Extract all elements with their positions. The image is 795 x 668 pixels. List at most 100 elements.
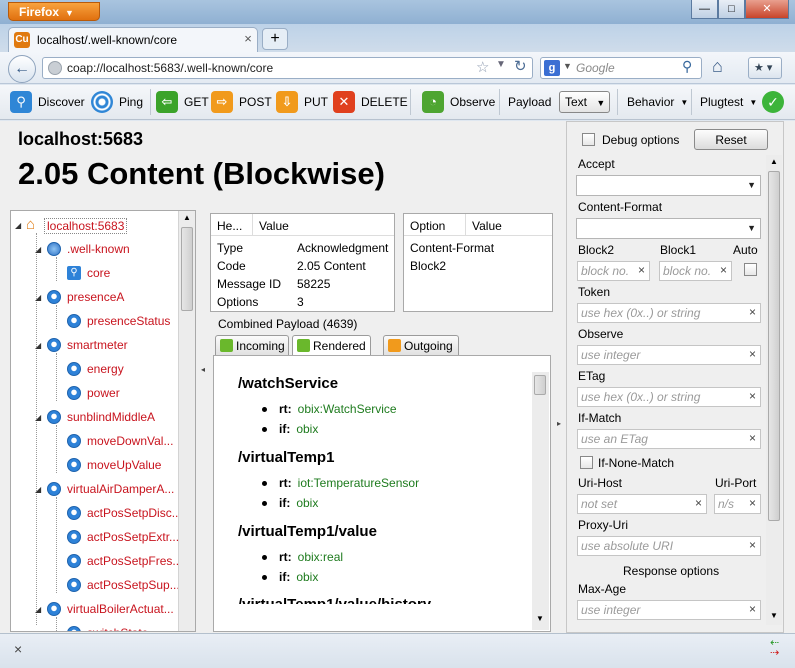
tree-item[interactable]: sunblindMiddleA xyxy=(67,410,155,424)
tree-item[interactable]: actPosSetpFres... xyxy=(87,554,182,568)
clear-icon[interactable]: × xyxy=(749,431,756,445)
put-button[interactable]: ⇩ PUT xyxy=(276,90,328,114)
left-splitter[interactable]: ◂ xyxy=(199,210,208,632)
post-button[interactable]: ⇨ POST xyxy=(211,90,272,114)
scroll-up-icon[interactable]: ▲ xyxy=(770,157,778,166)
payload-scroll-thumb[interactable] xyxy=(534,375,546,395)
delete-button[interactable]: ✕ DELETE xyxy=(333,90,408,114)
column-header[interactable]: Option xyxy=(404,214,466,236)
options-scrollbar[interactable]: ▲ ▼ xyxy=(766,155,782,625)
tree-item[interactable]: moveDownVal... xyxy=(87,434,173,448)
get-button[interactable]: ⇦ GET xyxy=(156,90,209,114)
tree-expander-icon[interactable]: ◢ xyxy=(35,413,41,422)
clear-icon[interactable]: × xyxy=(749,496,756,510)
options-scroll-thumb[interactable] xyxy=(768,171,780,521)
uri-port-input[interactable]: n/s × xyxy=(714,494,761,514)
close-window-button[interactable]: ✕ xyxy=(745,0,789,19)
url-input[interactable]: coap://localhost:5683/.well-known/core xyxy=(42,57,533,79)
clear-icon[interactable]: × xyxy=(695,496,702,510)
payload-scrollbar[interactable]: ▼ xyxy=(532,372,549,630)
max-age-input[interactable]: use integer × xyxy=(577,600,761,620)
clear-icon[interactable]: × xyxy=(638,263,645,277)
reload-icon[interactable]: ↻ xyxy=(514,57,527,75)
tab-outgoing[interactable]: Outgoing xyxy=(383,335,459,355)
tree-scrollbar[interactable]: ▲ xyxy=(178,211,195,631)
tree-expander-icon[interactable]: ◢ xyxy=(35,485,41,494)
tree-item[interactable]: actPosSetpSup... xyxy=(87,578,180,592)
tree-expander-icon[interactable]: ◢ xyxy=(35,605,41,614)
column-header[interactable]: Value xyxy=(253,214,394,236)
home-icon[interactable]: ⌂ xyxy=(712,56,723,77)
reset-button[interactable]: Reset xyxy=(694,129,768,150)
minimize-button[interactable]: — xyxy=(691,0,718,19)
tree-expander-icon[interactable]: ◢ xyxy=(15,221,21,230)
debug-options-checkbox[interactable] xyxy=(582,133,595,146)
clear-icon[interactable]: × xyxy=(749,305,756,319)
resource-icon xyxy=(47,482,61,496)
tree-scroll-thumb[interactable] xyxy=(181,227,193,311)
tree-item[interactable]: power xyxy=(87,386,120,400)
close-tab-icon[interactable]: × xyxy=(241,32,255,46)
tree-item[interactable]: actPosSetpDisc... xyxy=(87,506,182,520)
if-match-input[interactable]: use an ETag × xyxy=(577,429,761,449)
token-input[interactable]: use hex (0x..) or string × xyxy=(577,303,761,323)
clear-icon[interactable]: × xyxy=(720,263,727,277)
back-arrow-icon[interactable]: ← xyxy=(8,55,36,83)
observe-input[interactable]: use integer × xyxy=(577,345,761,365)
plugtest-menu[interactable]: Plugtest ▼ xyxy=(700,90,757,114)
tree-item[interactable]: smartmeter xyxy=(67,338,128,352)
etag-input[interactable]: use hex (0x..) or string × xyxy=(577,387,761,407)
proxy-uri-input[interactable]: use absolute URI × xyxy=(577,536,761,556)
block1-input[interactable]: block no. × xyxy=(659,261,732,281)
close-addon-bar-icon[interactable]: × xyxy=(14,641,22,657)
uri-host-input[interactable]: not set × xyxy=(577,494,707,514)
clear-icon[interactable]: × xyxy=(749,602,756,616)
search-engine-icon[interactable]: g xyxy=(544,60,560,76)
tree-item[interactable]: virtualAirDamperA... xyxy=(67,482,174,496)
right-splitter[interactable]: ▸ xyxy=(556,121,565,633)
auto-checkbox[interactable] xyxy=(744,263,757,276)
behavior-menu[interactable]: Behavior ▼ xyxy=(627,90,688,114)
clear-icon[interactable]: × xyxy=(749,389,756,403)
checkmark-icon[interactable]: ✓ xyxy=(762,91,784,113)
scroll-down-icon[interactable]: ▼ xyxy=(770,611,778,620)
tab-incoming[interactable]: Incoming xyxy=(215,335,289,355)
tree-item[interactable]: switchState xyxy=(87,626,148,631)
maximize-button[interactable]: □ xyxy=(718,0,745,19)
scroll-down-icon[interactable]: ▼ xyxy=(536,614,544,623)
accept-select[interactable]: ▼ xyxy=(576,175,761,196)
chevron-down-icon[interactable]: ▼ xyxy=(563,61,572,71)
discover-button[interactable]: ⚲ Discover xyxy=(10,90,85,114)
new-tab-button[interactable]: + xyxy=(262,28,288,50)
tab-rendered[interactable]: Rendered xyxy=(292,335,371,356)
block2-input[interactable]: block no. × xyxy=(577,261,650,281)
tree-expander-icon[interactable]: ◢ xyxy=(35,341,41,350)
clear-icon[interactable]: × xyxy=(749,538,756,552)
search-icon[interactable]: ⚲ xyxy=(682,58,692,75)
tree-item[interactable]: core xyxy=(87,266,110,280)
clear-icon[interactable]: × xyxy=(749,347,756,361)
ping-button[interactable]: Ping xyxy=(91,90,143,114)
column-header[interactable]: He... xyxy=(211,214,253,236)
tree-item[interactable]: energy xyxy=(87,362,124,376)
observe-button[interactable]: ◔ Observe xyxy=(422,90,495,114)
tree-expander-icon[interactable]: ◢ xyxy=(35,245,41,254)
url-dropdown-icon[interactable]: ▼ xyxy=(496,59,506,70)
scroll-up-icon[interactable]: ▲ xyxy=(183,213,191,222)
tree-item[interactable]: moveUpValue xyxy=(87,458,161,472)
bookmark-star-icon[interactable]: ☆ xyxy=(476,58,489,76)
content-format-select[interactable]: ▼ xyxy=(576,218,761,239)
column-header[interactable]: Value xyxy=(466,214,552,236)
tree-item[interactable]: .well-known xyxy=(67,242,130,256)
bookmarks-menu-button[interactable]: ★ ▾ xyxy=(748,57,782,79)
tree-item-root[interactable]: localhost:5683 xyxy=(44,218,128,234)
if-none-match-checkbox[interactable] xyxy=(580,456,593,469)
tree-expander-icon[interactable]: ◢ xyxy=(35,293,41,302)
tree-item[interactable]: actPosSetpExtr... xyxy=(87,530,179,544)
browser-tab[interactable]: Cu localhost/.well-known/core × xyxy=(8,27,258,52)
tree-item[interactable]: virtualBoilerActuat... xyxy=(67,602,174,616)
payload-format-select[interactable]: Text ▼ xyxy=(559,91,610,113)
firefox-menu-button[interactable]: Firefox ▼ xyxy=(8,2,100,21)
tree-item[interactable]: presenceA xyxy=(67,290,124,304)
tree-item[interactable]: presenceStatus xyxy=(87,314,170,328)
